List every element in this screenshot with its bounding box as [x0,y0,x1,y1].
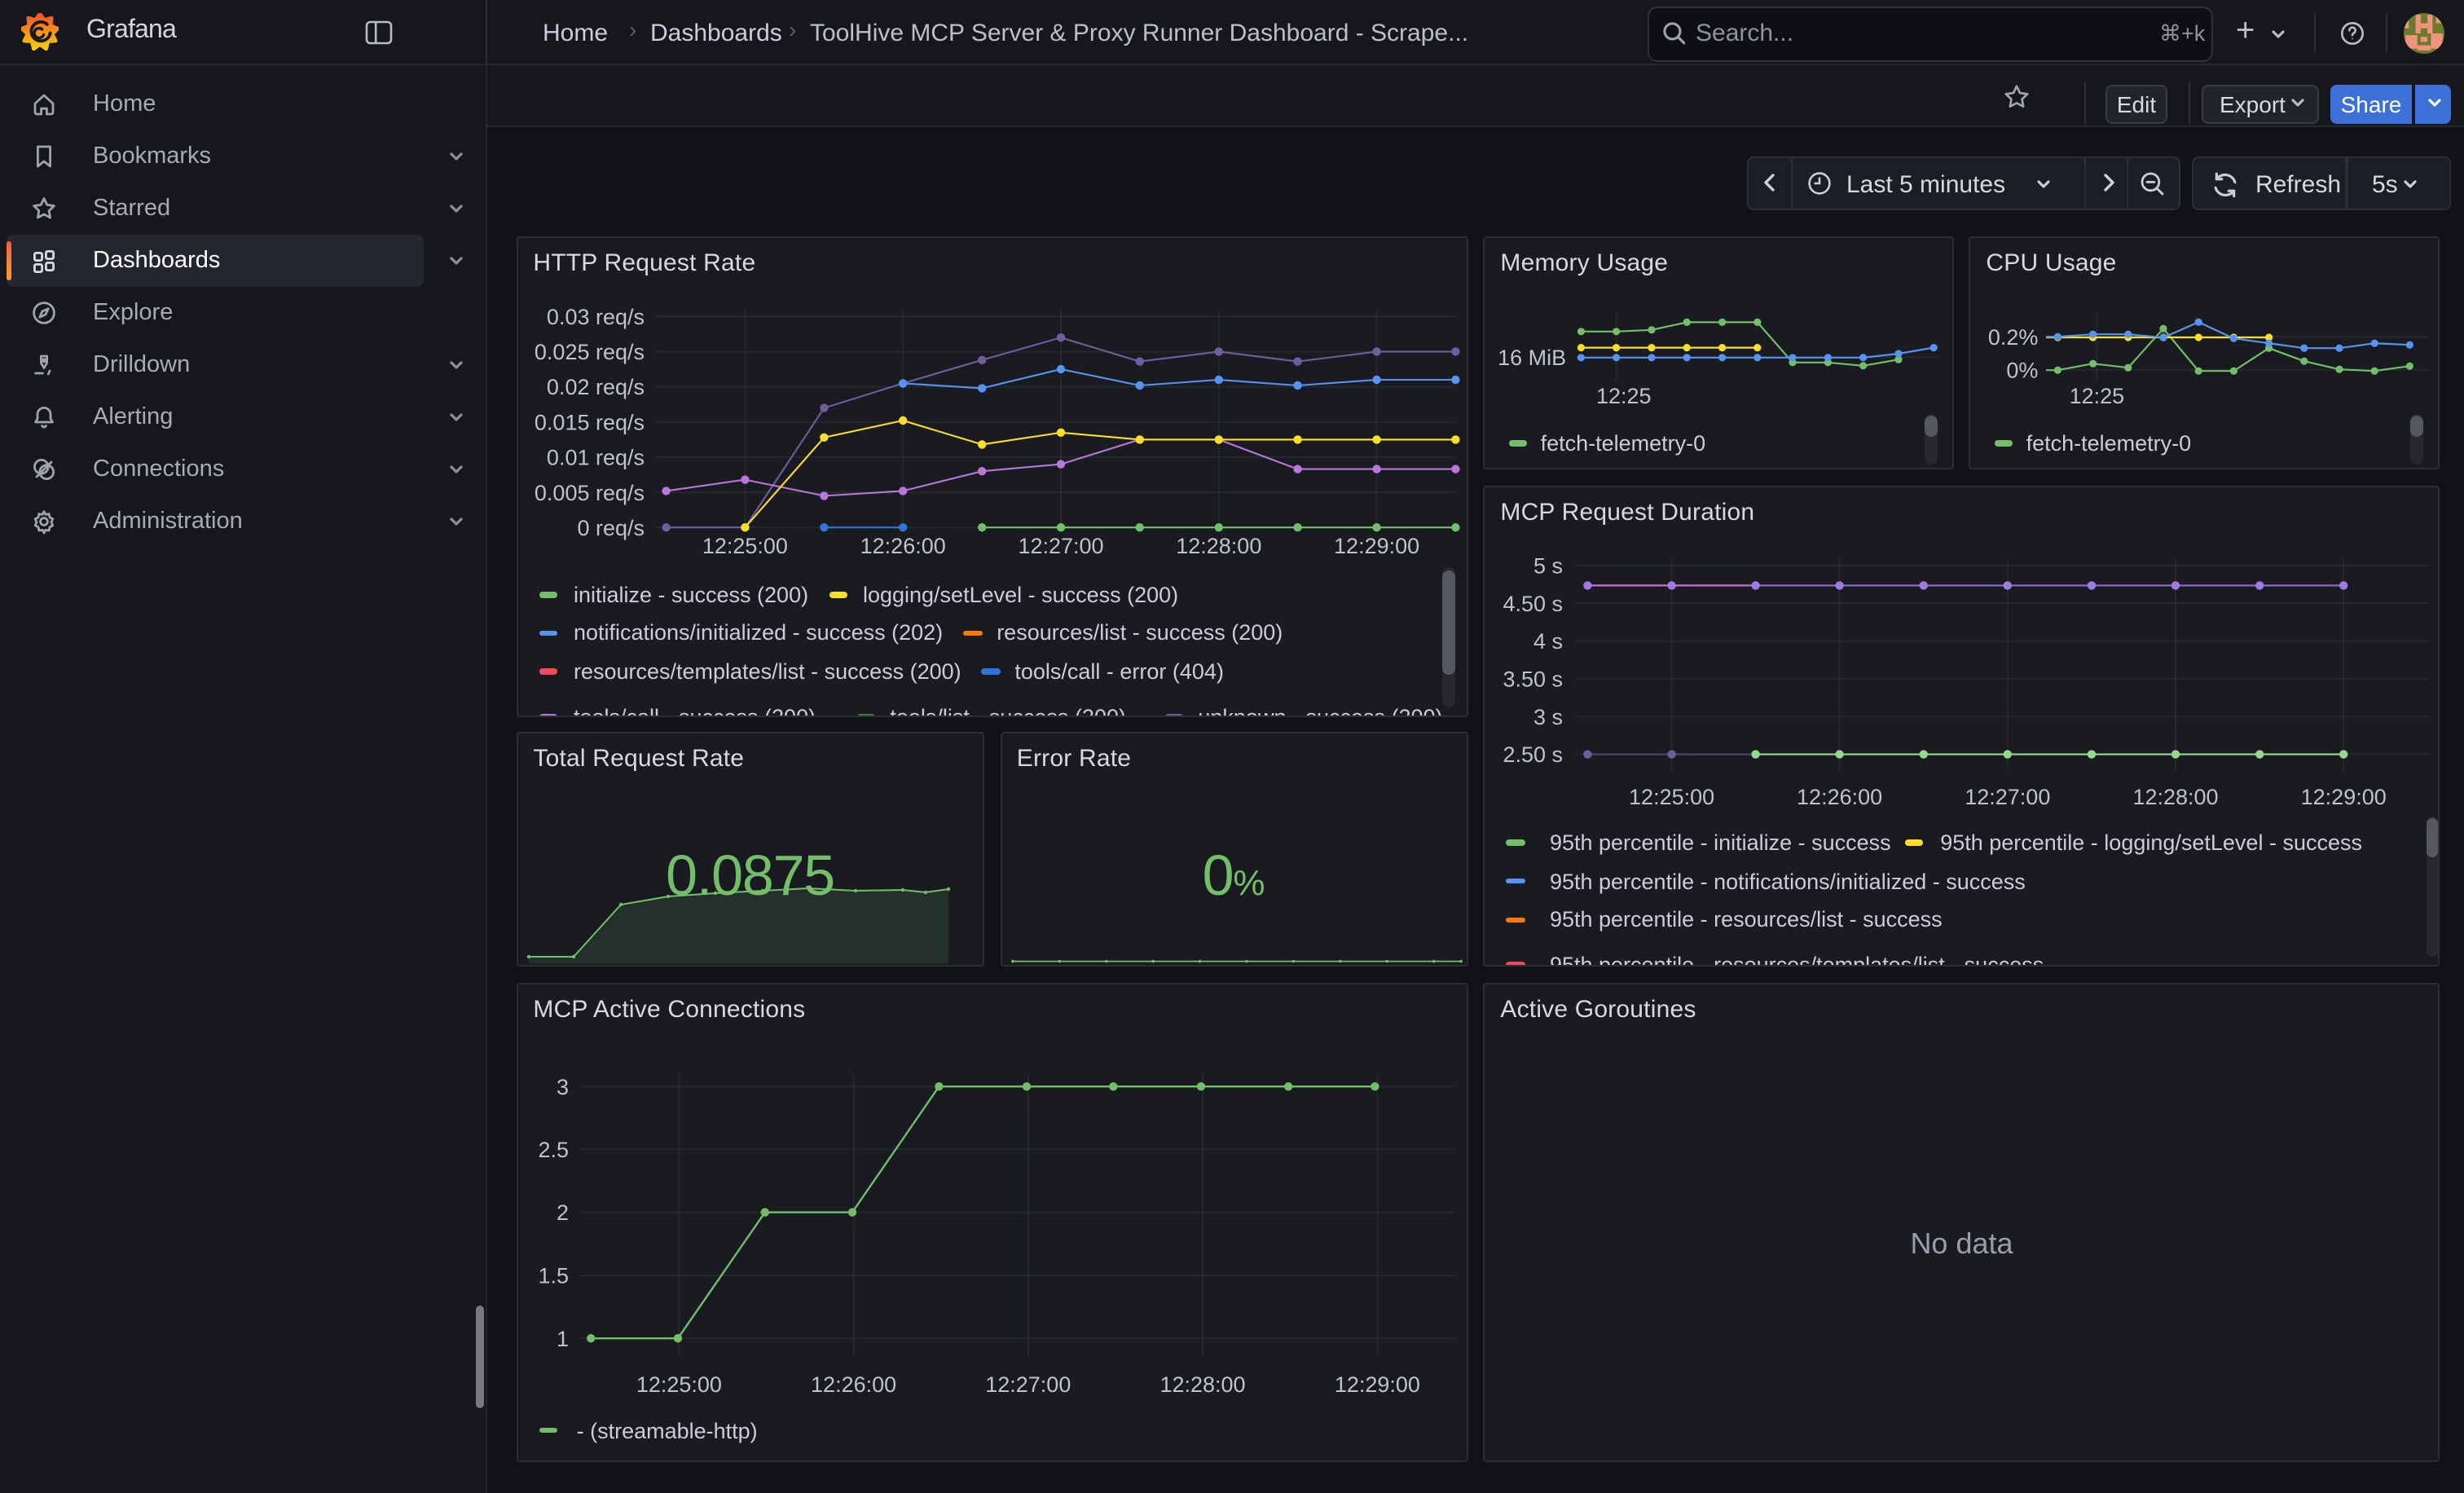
svg-text:2.50 s: 2.50 s [1503,742,1564,766]
svg-text:0.025 req/s: 0.025 req/s [535,341,645,365]
svg-text:12:25:00: 12:25:00 [1630,784,1715,808]
svg-text:12:25: 12:25 [1597,385,1652,409]
svg-text:5 s: 5 s [1534,553,1564,578]
svg-text:12:27:00: 12:27:00 [1965,784,2051,808]
svg-text:12:28:00: 12:28:00 [1159,1372,1245,1396]
svg-text:0%: 0% [2007,359,2039,383]
svg-text:0 req/s: 0 req/s [577,517,645,541]
svg-text:12:28:00: 12:28:00 [2133,784,2219,808]
svg-text:12:26:00: 12:26:00 [811,1372,896,1396]
svg-text:12:29:00: 12:29:00 [2301,784,2387,808]
svg-text:16 MiB: 16 MiB [1498,346,1567,371]
svg-text:1.5: 1.5 [538,1263,569,1288]
svg-text:0.015 req/s: 0.015 req/s [535,411,645,435]
svg-text:3: 3 [557,1074,569,1099]
svg-text:3 s: 3 s [1534,704,1564,729]
svg-text:12:25:00: 12:25:00 [636,1372,721,1396]
svg-text:1: 1 [557,1326,569,1350]
svg-text:0.02 req/s: 0.02 req/s [547,376,645,400]
svg-text:12:25: 12:25 [2070,385,2125,409]
svg-text:2.5: 2.5 [538,1137,569,1161]
svg-text:0.005 req/s: 0.005 req/s [535,482,645,506]
svg-text:12:25:00: 12:25:00 [702,535,787,559]
svg-text:0.01 req/s: 0.01 req/s [547,446,645,470]
svg-text:4.50 s: 4.50 s [1503,591,1564,615]
svg-text:12:27:00: 12:27:00 [1018,535,1103,559]
svg-text:12:27:00: 12:27:00 [985,1372,1071,1396]
svg-text:12:26:00: 12:26:00 [860,535,945,559]
svg-text:4 s: 4 s [1534,628,1564,653]
svg-text:0.2%: 0.2% [1988,326,2039,350]
svg-text:0.03 req/s: 0.03 req/s [547,306,645,330]
svg-text:12:29:00: 12:29:00 [1334,1372,1419,1396]
svg-text:12:29:00: 12:29:00 [1334,535,1419,559]
svg-text:2: 2 [557,1200,569,1224]
svg-text:3.50 s: 3.50 s [1503,666,1564,690]
svg-text:12:28:00: 12:28:00 [1176,535,1261,559]
svg-text:12:26:00: 12:26:00 [1797,784,1883,808]
